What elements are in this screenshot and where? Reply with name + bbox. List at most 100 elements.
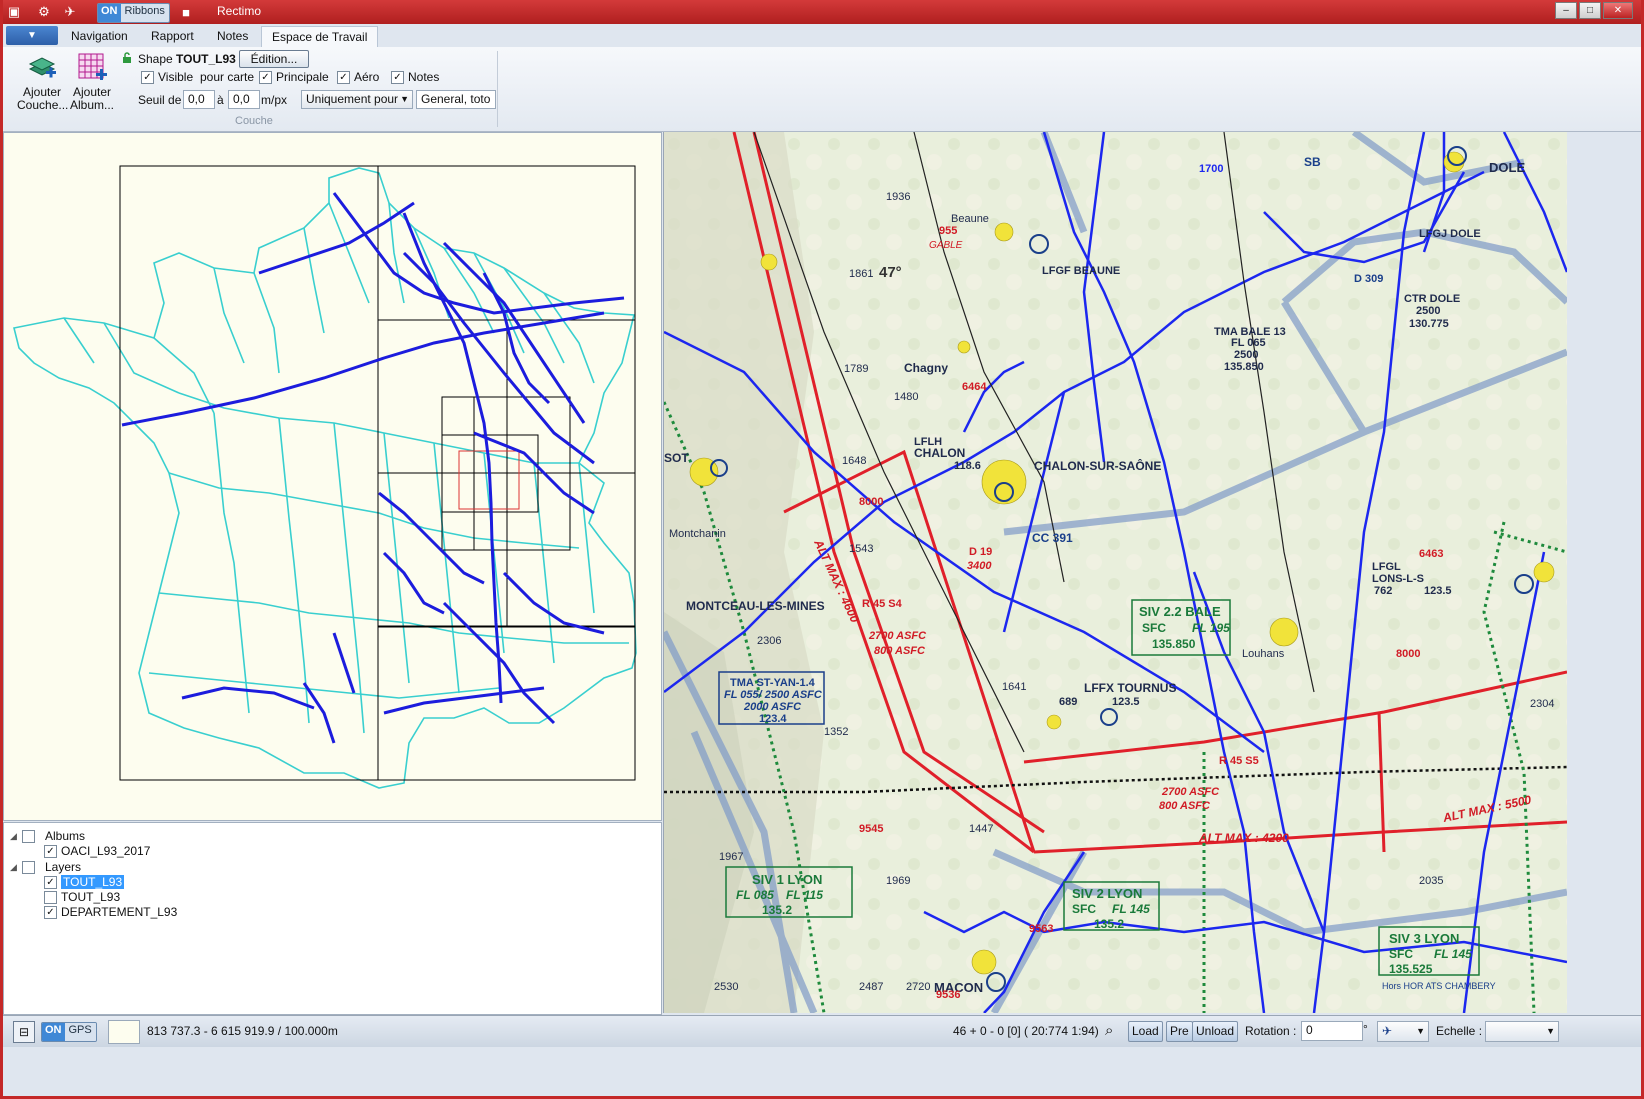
seuil-from-input[interactable]: 0,0 bbox=[183, 90, 215, 109]
map-label: FL 065 bbox=[1231, 337, 1266, 349]
mode-value-field[interactable]: General, toto bbox=[416, 90, 496, 109]
map-label: Montchanin bbox=[669, 528, 726, 540]
tab-espace-de-travail[interactable]: Espace de Travail bbox=[261, 26, 379, 47]
map-label: 123.4 bbox=[759, 713, 787, 725]
map-label: 1700 bbox=[1199, 163, 1223, 175]
map-label: 2000 ASFC bbox=[743, 701, 802, 713]
departments-layer bbox=[13, 167, 637, 789]
aero-chart-canvas[interactable]: Beaune LFGF BEAUNE DOLE LFGJ DOLE CTR DO… bbox=[664, 132, 1567, 1013]
map-label: TMA ST-YAN-1.4 bbox=[730, 677, 816, 689]
overview-map-panel[interactable] bbox=[3, 132, 662, 821]
tree-album-item[interactable]: ✓ OACI_L93_2017 bbox=[44, 844, 150, 858]
map-label: 135.525 bbox=[1389, 962, 1433, 976]
map-label: SIV 1 LYON bbox=[752, 872, 822, 887]
color-swatch[interactable] bbox=[108, 1020, 140, 1044]
map-label: 2487 bbox=[859, 981, 883, 993]
map-label: 800 ASFC bbox=[1159, 800, 1211, 812]
application-window: ▣ ⚙ ✈ ON Ribbons ■ Rectimo – □ ✕ ▼ Navig… bbox=[3, 0, 1641, 1096]
layer-item-checkbox[interactable]: ✓ bbox=[44, 875, 57, 889]
maximize-button[interactable]: □ bbox=[1579, 2, 1601, 19]
map-label: Beaune bbox=[951, 213, 989, 225]
minimize-button[interactable]: – bbox=[1555, 2, 1577, 19]
tab-rapport[interactable]: Rapport bbox=[141, 26, 204, 46]
tree-layer-item[interactable]: TOUT_L93 bbox=[44, 890, 120, 904]
routes-layer bbox=[121, 192, 625, 744]
layer-item-checkbox[interactable] bbox=[44, 890, 57, 904]
map-label: LFGJ DOLE bbox=[1419, 228, 1481, 240]
edit-button[interactable]: Édition... bbox=[239, 50, 309, 68]
add-layer-button[interactable]: Ajouter Couche... bbox=[17, 51, 68, 112]
collapse-arrow-icon[interactable]: ◢ bbox=[10, 862, 22, 873]
album-item-checkbox[interactable]: ✓ bbox=[44, 844, 57, 858]
map-label: D 309 bbox=[1354, 273, 1383, 285]
map-label: 8000 bbox=[1396, 648, 1420, 660]
layers-checkbox[interactable] bbox=[22, 860, 35, 874]
tree-layer-item[interactable]: ✓ TOUT_L93 bbox=[44, 875, 125, 889]
layer-item-checkbox[interactable]: ✓ bbox=[44, 905, 57, 919]
unload-button[interactable]: Unload bbox=[1192, 1021, 1239, 1042]
tree-layer-item[interactable]: ✓ DEPARTEMENT_L93 bbox=[44, 905, 177, 919]
square-icon[interactable]: ■ bbox=[177, 3, 195, 21]
app-menu-button[interactable]: ▼ bbox=[6, 26, 58, 45]
aircraft-icon[interactable]: ✈ bbox=[61, 3, 79, 21]
map-label: SOT bbox=[664, 451, 689, 465]
map-label: 6463 bbox=[1419, 548, 1443, 560]
rotation-input[interactable]: 0 bbox=[1301, 1021, 1363, 1041]
map-label: FL 055/ 2500 ASFC bbox=[724, 689, 823, 701]
album-item-label: OACI_L93_2017 bbox=[61, 844, 151, 858]
notes-checkbox[interactable]: ✓ Notes bbox=[391, 70, 440, 85]
map-label: GABLE bbox=[929, 240, 963, 251]
scale-dropdown[interactable]: ▼ bbox=[1485, 1021, 1559, 1042]
degree-symbol: ° bbox=[1363, 1022, 1368, 1036]
tree-albums-node[interactable]: ◢ Albums bbox=[10, 829, 85, 843]
settings-gear-icon[interactable]: ⚙ bbox=[35, 3, 53, 21]
lock-icon[interactable] bbox=[121, 52, 133, 67]
gps-toggle[interactable]: ON GPS bbox=[41, 1022, 97, 1042]
principale-checkbox[interactable]: ✓ Principale bbox=[259, 70, 329, 85]
mode-select[interactable]: Uniquement pour ▼ bbox=[301, 90, 413, 109]
zoom-search-icon[interactable]: ⌕ bbox=[1105, 1022, 1113, 1039]
visible-label: Visible bbox=[158, 70, 194, 84]
collapse-arrow-icon[interactable]: ◢ bbox=[10, 831, 22, 842]
map-label: 130.775 bbox=[1409, 318, 1449, 330]
map-label: R 45 S5 bbox=[1219, 755, 1259, 767]
map-label: 1967 bbox=[719, 851, 743, 863]
seuil-to-input[interactable]: 0,0 bbox=[228, 90, 260, 109]
map-label: LFGF BEAUNE bbox=[1042, 265, 1120, 277]
ribbon-separator bbox=[497, 51, 498, 127]
app-icon[interactable]: ▣ bbox=[5, 3, 23, 21]
albums-checkbox[interactable] bbox=[22, 829, 35, 843]
map-label: 2530 bbox=[714, 981, 738, 993]
echelle-label: Echelle : bbox=[1436, 1024, 1483, 1038]
notes-label: Notes bbox=[408, 70, 440, 84]
map-label: 2500 bbox=[1234, 349, 1258, 361]
tab-notes[interactable]: Notes bbox=[207, 26, 258, 46]
tile-grid-layer bbox=[119, 165, 636, 781]
ribbon-panel: Ajouter Couche... Ajouter Album... Shape… bbox=[3, 47, 1641, 132]
pre-button[interactable]: Pre bbox=[1166, 1021, 1193, 1042]
aero-checkbox[interactable]: ✓ Aéro bbox=[337, 70, 379, 85]
close-button[interactable]: ✕ bbox=[1603, 2, 1633, 19]
visible-checkbox[interactable]: ✓ Visible bbox=[141, 70, 194, 85]
orientation-dropdown[interactable]: ✈ ▼ bbox=[1377, 1021, 1429, 1042]
tab-navigation[interactable]: Navigation bbox=[61, 26, 138, 46]
map-label: 1936 bbox=[886, 191, 910, 203]
add-album-button[interactable]: Ajouter Album... bbox=[67, 51, 117, 112]
map-label: CHALON bbox=[914, 446, 965, 460]
pour-carte-label: pour carte bbox=[200, 70, 255, 84]
map-label: 2500 bbox=[1416, 305, 1440, 317]
a-label: à bbox=[217, 93, 224, 107]
load-button[interactable]: Load bbox=[1128, 1021, 1163, 1042]
aero-chart-map[interactable]: Beaune LFGF BEAUNE DOLE LFGJ DOLE CTR DO… bbox=[663, 132, 1567, 1013]
ribbons-toggle[interactable]: ON Ribbons bbox=[97, 3, 170, 23]
map-label: FL 145 bbox=[1434, 947, 1472, 961]
chevron-down-icon: ▼ bbox=[1416, 1026, 1425, 1036]
add-album-label: Ajouter Album... bbox=[69, 85, 114, 112]
map-label: R 45 S4 bbox=[862, 598, 903, 610]
map-label: SB bbox=[1304, 155, 1321, 169]
overview-map-canvas[interactable] bbox=[4, 133, 661, 820]
tree-layers-node[interactable]: ◢ Layers bbox=[10, 860, 81, 874]
map-label: 1480 bbox=[894, 391, 918, 403]
panel-toggle-icon[interactable]: ⊟ bbox=[13, 1021, 35, 1043]
map-label: Hors HOR ATS CHAMBERY bbox=[1382, 981, 1496, 991]
